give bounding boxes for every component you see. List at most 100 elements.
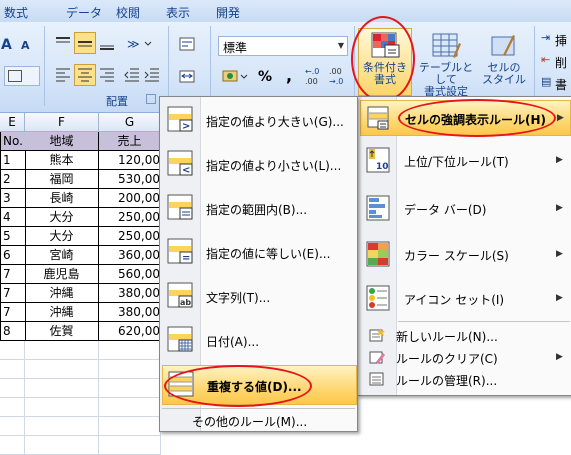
table-cell[interactable]: 沖縄 [25,303,99,322]
empty-cell[interactable] [0,341,25,360]
empty-cell[interactable] [25,341,99,360]
decrease-decimal-button[interactable]: .00 →.0 [326,64,350,88]
table-cell[interactable]: 鹿児島 [25,265,99,284]
empty-cell[interactable] [0,379,25,398]
table-cell[interactable]: 530,00 [99,170,160,189]
menu-item-color-scales[interactable]: カラー スケール(S) ▶ [360,237,569,271]
header-cell[interactable]: 地域 [25,132,99,151]
comma-style-button[interactable]: , [278,66,300,88]
table-cell[interactable]: 620,00 [99,322,160,341]
empty-cell[interactable] [99,341,161,360]
orientation-button[interactable]: ≫ [124,32,154,54]
table-cell[interactable]: 120,00 [99,151,160,170]
menu-item-between[interactable]: 指定の範囲内(B)... [162,189,355,227]
column-header-g[interactable]: G [99,113,161,132]
menu-item-clear-rules[interactable]: ルールのクリア(C) ▶ [360,347,569,367]
font-size-decrease-button[interactable]: A [20,36,38,58]
menu-item-text-contains[interactable]: ab 文字列(T)... [162,277,355,315]
table-cell[interactable]: 4 [0,208,26,227]
empty-cell[interactable] [25,360,99,379]
align-bottom-button[interactable] [96,32,118,54]
format-cells-button[interactable]: ▤ 書 [538,74,571,94]
empty-cell[interactable] [0,398,25,417]
column-header-e[interactable]: E [0,113,25,132]
align-middle-button[interactable] [74,32,96,54]
empty-cell[interactable] [0,417,25,436]
table-cell[interactable]: 7 [0,303,26,322]
column-header-f[interactable]: F [25,113,99,132]
table-cell[interactable]: 380,00 [99,284,160,303]
table-cell[interactable]: 8 [0,322,26,341]
wrap-text-button[interactable] [176,34,200,56]
tab-data[interactable]: データ [66,4,102,21]
empty-cell[interactable] [0,436,25,455]
decrease-indent-button[interactable] [122,64,142,86]
empty-cell[interactable] [25,398,99,417]
align-top-button[interactable] [52,32,74,54]
table-cell[interactable]: 2 [0,170,26,189]
table-cell[interactable]: 佐賀 [25,322,99,341]
align-center-button[interactable] [74,64,96,86]
table-cell[interactable]: 3 [0,189,26,208]
menu-item-less-than[interactable]: < 指定の値より小さい(L)... [162,145,355,183]
table-cell[interactable]: 熊本 [25,151,99,170]
menu-item-manage-rules[interactable]: ルールの管理(R)... [360,369,569,389]
empty-cell[interactable] [99,398,161,417]
align-right-button[interactable] [96,64,118,86]
number-format-select[interactable]: 標準 ▼ [218,36,348,56]
empty-cell[interactable] [99,417,161,436]
empty-cell[interactable] [25,379,99,398]
insert-cells-button[interactable]: ⇥ 挿 [538,30,571,50]
table-cell[interactable]: 380,00 [99,303,160,322]
menu-item-equal-to[interactable]: = 指定の値に等しい(E)... [162,233,355,271]
table-cell[interactable]: 6 [0,246,26,265]
percent-style-button[interactable]: % [254,66,276,88]
menu-item-top-bottom[interactable]: 10 上位/下位ルール(T) ▶ [360,143,569,177]
menu-item-data-bars[interactable]: データ バー(D) ▶ [360,191,569,225]
align-left-button[interactable] [52,64,74,86]
header-cell[interactable]: No. [0,132,26,151]
table-cell[interactable]: 200,00 [99,189,160,208]
empty-cell[interactable] [99,436,161,455]
accounting-format-button[interactable] [220,66,252,88]
empty-cell[interactable] [99,360,161,379]
worksheet-grid[interactable]: E F G No. 地域 売上 1 熊本 120,00 2 福岡 530,00 3 長崎 200,00… [0,113,161,455]
tab-formulas[interactable]: 数式 [4,4,28,21]
menu-item-more-rules[interactable]: その他のルール(M)... [162,410,355,429]
table-cell[interactable]: 大分 [25,227,99,246]
menu-item-icon-sets[interactable]: アイコン セット(I) ▶ [360,281,569,315]
dialog-launcher-icon[interactable] [146,94,156,104]
table-cell[interactable]: 250,00 [99,227,160,246]
table-cell[interactable]: 560,00 [99,265,160,284]
menu-item-date-occurring[interactable]: 日付(A)... [162,321,355,359]
menu-item-new-rule[interactable]: 新しいルール(N)... [360,325,569,345]
menu-item-greater-than[interactable]: > 指定の値より大きい(G)... [162,101,355,139]
table-cell[interactable]: 沖縄 [25,284,99,303]
table-cell[interactable]: 250,00 [99,208,160,227]
increase-decimal-button[interactable]: ←.0.00 [302,64,326,88]
table-cell[interactable]: 宮崎 [25,246,99,265]
table-cell[interactable]: 福岡 [25,170,99,189]
tab-view[interactable]: 表示 [166,4,190,21]
delete-cells-button[interactable]: ⇤ 削 [538,52,571,72]
merge-center-button[interactable] [176,66,200,88]
empty-cell[interactable] [25,417,99,436]
table-cell[interactable]: 7 [0,284,26,303]
empty-cell[interactable] [25,436,99,455]
header-cell[interactable]: 売上 [99,132,160,151]
cell-styles-button[interactable]: セルの スタイル [478,28,530,96]
font-color-button[interactable] [4,66,40,86]
table-cell[interactable]: 大分 [25,208,99,227]
increase-indent-button[interactable] [142,64,162,86]
table-cell[interactable]: 1 [0,151,26,170]
table-cell[interactable]: 7 [0,265,26,284]
font-size-increase-button[interactable]: A [0,36,18,56]
table-cell[interactable]: 360,00 [99,246,160,265]
empty-cell[interactable] [0,360,25,379]
tab-review[interactable]: 校閲 [116,4,140,21]
table-cell[interactable]: 長崎 [25,189,99,208]
empty-cell[interactable] [99,379,161,398]
table-cell[interactable]: 5 [0,227,26,246]
format-as-table-button[interactable]: テーブルとして 書式設定 [414,28,478,98]
tab-developer[interactable]: 開発 [216,4,240,21]
